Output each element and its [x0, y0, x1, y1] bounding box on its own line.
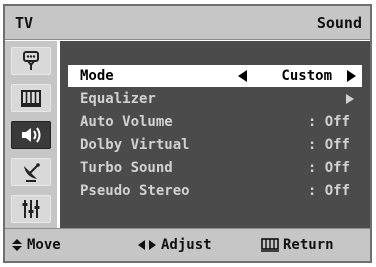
menu-row-pseudo-stereo[interactable]: Pseudo Stereo : Off [68, 180, 362, 202]
sidebar-item-input[interactable] [11, 47, 51, 75]
menu-row-dolby-virtual[interactable]: Dolby Virtual : Off [68, 134, 362, 156]
sound-menu-panel: Mode Custom Equalizer Auto Volume : Off … [60, 41, 370, 228]
menu-grid-icon [261, 238, 279, 252]
picture-grid-icon [21, 90, 41, 107]
arrow-right-icon [346, 94, 354, 104]
help-move-label: Move [27, 237, 61, 253]
sidebar-item-channel[interactable] [11, 158, 51, 186]
menu-row-label: Dolby Virtual [80, 137, 190, 153]
satellite-dish-icon [24, 163, 40, 182]
menu-row-value: : Off [307, 137, 350, 153]
menu-row-label: Mode [80, 68, 114, 84]
help-return: Return [261, 237, 334, 253]
arrow-left-icon[interactable] [238, 70, 247, 82]
menu-row-auto-volume[interactable]: Auto Volume : Off [68, 111, 362, 133]
left-right-arrows-icon [138, 240, 156, 250]
sidebar-item-setup[interactable] [11, 195, 51, 223]
menu-row-value: : Off [307, 160, 350, 176]
setup-sliders-icon [22, 200, 40, 218]
menu-row-value: : Off [307, 114, 350, 130]
speaker-icon [22, 127, 41, 143]
menu-row-label: Equalizer [80, 91, 156, 107]
menu-row-equalizer[interactable]: Equalizer [68, 88, 362, 110]
menu-row-value: Custom [281, 68, 332, 84]
help-adjust: Adjust [137, 237, 212, 253]
sidebar-item-sound[interactable] [11, 121, 51, 149]
menu-header: TV Sound [5, 6, 370, 40]
menu-row-turbo-sound[interactable]: Turbo Sound : Off [68, 157, 362, 179]
menu-row-mode[interactable]: Mode Custom [68, 65, 362, 87]
menu-row-label: Turbo Sound [80, 160, 173, 176]
menu-row-label: Auto Volume [80, 114, 173, 130]
category-sidebar [5, 41, 57, 228]
osd-window: TV Sound Mode Custom Equalizer Auto Volu… [3, 4, 372, 263]
menu-row-value: : Off [307, 183, 350, 199]
up-down-arrows-icon [12, 239, 22, 251]
help-move: Move [11, 237, 61, 253]
arrow-right-icon[interactable] [347, 70, 356, 82]
tv-label: TV [15, 14, 34, 32]
antenna-plug-icon [23, 51, 39, 70]
help-bar: Move Adjust Return [5, 228, 370, 261]
sidebar-item-picture[interactable] [11, 84, 51, 112]
page-title: Sound [316, 14, 362, 32]
menu-row-label: Pseudo Stereo [80, 183, 190, 199]
help-adjust-label: Adjust [161, 237, 212, 253]
help-return-label: Return [283, 237, 334, 253]
